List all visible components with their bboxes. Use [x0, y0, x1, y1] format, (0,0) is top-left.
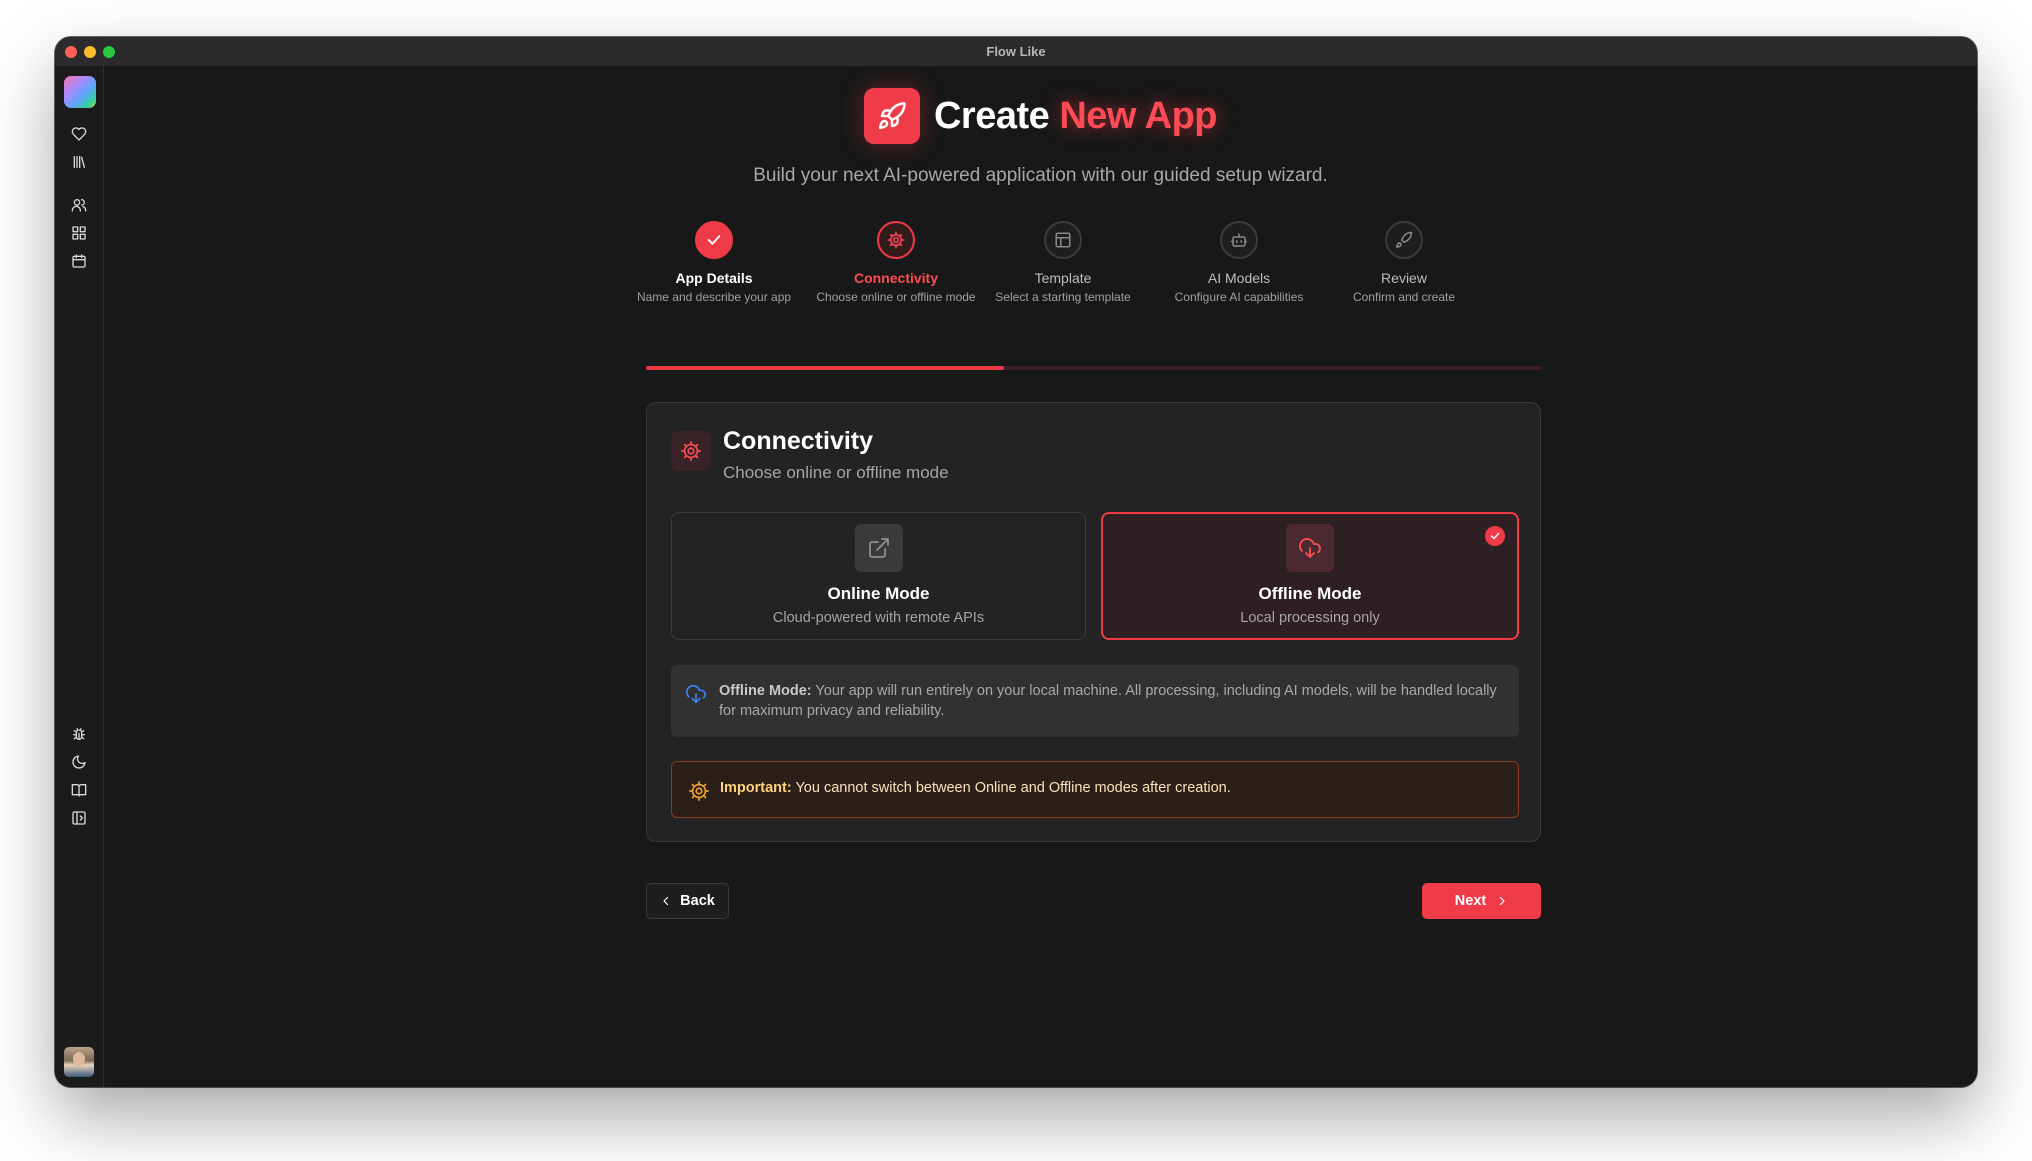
offline-mode-option[interactable]: Offline Mode Local processing only [1101, 512, 1519, 640]
step-description: Confirm and create [1352, 290, 1456, 304]
gear-icon [688, 780, 710, 802]
library-icon[interactable] [69, 152, 89, 172]
check-icon [695, 221, 733, 259]
step-app-details[interactable]: App Details Name and describe your app [614, 221, 814, 304]
calendar-icon[interactable] [69, 251, 89, 271]
page-subtitle: Build your next AI-powered application w… [753, 165, 1328, 186]
card-title: Connectivity [723, 427, 874, 455]
cloud-download-icon [1286, 524, 1334, 572]
cloud-download-icon [685, 683, 707, 705]
heart-icon[interactable] [69, 124, 89, 144]
option-title: Offline Mode [1258, 584, 1362, 603]
option-description: Local processing only [1240, 610, 1380, 626]
back-button[interactable]: Back [646, 883, 729, 919]
rocket-icon [863, 88, 920, 144]
step-description: Name and describe your app [636, 290, 792, 304]
step-template[interactable]: Template Select a starting template [963, 221, 1163, 304]
rocket-icon [1385, 221, 1423, 259]
book-icon[interactable] [69, 780, 89, 800]
connectivity-card: Connectivity Choose online or offline mo… [646, 402, 1541, 842]
title-bar: Flow Like [55, 37, 1977, 67]
user-avatar[interactable] [64, 1047, 94, 1077]
chevron-right-icon [1500, 896, 1505, 906]
bot-icon [1220, 221, 1258, 259]
step-description: Select a starting template [995, 290, 1131, 304]
app-window: Flow Like Create New App Build your next… [55, 37, 1977, 1087]
option-title: Online Mode [827, 584, 930, 603]
main-content: Create New App Build your next AI-powere… [104, 66, 1977, 1087]
info-label: Offline Mode: [719, 683, 812, 699]
progress-fill [646, 366, 1004, 370]
wizard-steps: App Details Name and describe your app C… [589, 221, 1514, 304]
bug-icon[interactable] [69, 724, 89, 744]
card-subtitle: Choose online or offline mode [723, 463, 949, 482]
title-prefix: Create [933, 94, 1050, 137]
app-logo[interactable] [64, 76, 96, 108]
warning-box: Important: You cannot switch between Onl… [671, 761, 1519, 818]
panel-icon[interactable] [69, 808, 89, 828]
wizard-progress-bar [646, 366, 1541, 370]
offline-info-box: Offline Mode: Your app will run entirely… [671, 665, 1519, 737]
external-link-icon [854, 524, 903, 572]
step-review[interactable]: Review Confirm and create [1304, 221, 1504, 304]
users-icon[interactable] [69, 195, 89, 215]
gear-icon [877, 221, 915, 259]
back-label: Back [680, 893, 715, 909]
gear-icon [671, 431, 711, 471]
next-label: Next [1454, 893, 1487, 909]
title-accent: New App [1059, 94, 1217, 137]
step-title: Template [1034, 270, 1092, 286]
chevron-left-icon [663, 896, 669, 906]
warning-label: Important: [720, 780, 792, 796]
page-title: Create New App [933, 94, 1218, 138]
online-mode-option[interactable]: Online Mode Cloud-powered with remote AP… [671, 512, 1086, 640]
step-title: App Details [675, 270, 753, 286]
next-button[interactable]: Next [1422, 883, 1541, 919]
info-text: Your app will run entirely on your local… [719, 683, 1497, 719]
window-title: Flow Like [986, 44, 1046, 59]
apps-icon[interactable] [69, 223, 89, 243]
selected-check-icon [1485, 526, 1505, 546]
option-description: Cloud-powered with remote APIs [772, 610, 985, 626]
template-icon [1044, 221, 1082, 259]
step-title: Review [1381, 270, 1427, 286]
sidebar [55, 66, 104, 1087]
page-header: Create New App [104, 88, 1977, 144]
warning-text: You cannot switch between Online and Off… [795, 780, 1231, 796]
moon-icon[interactable] [69, 752, 89, 772]
